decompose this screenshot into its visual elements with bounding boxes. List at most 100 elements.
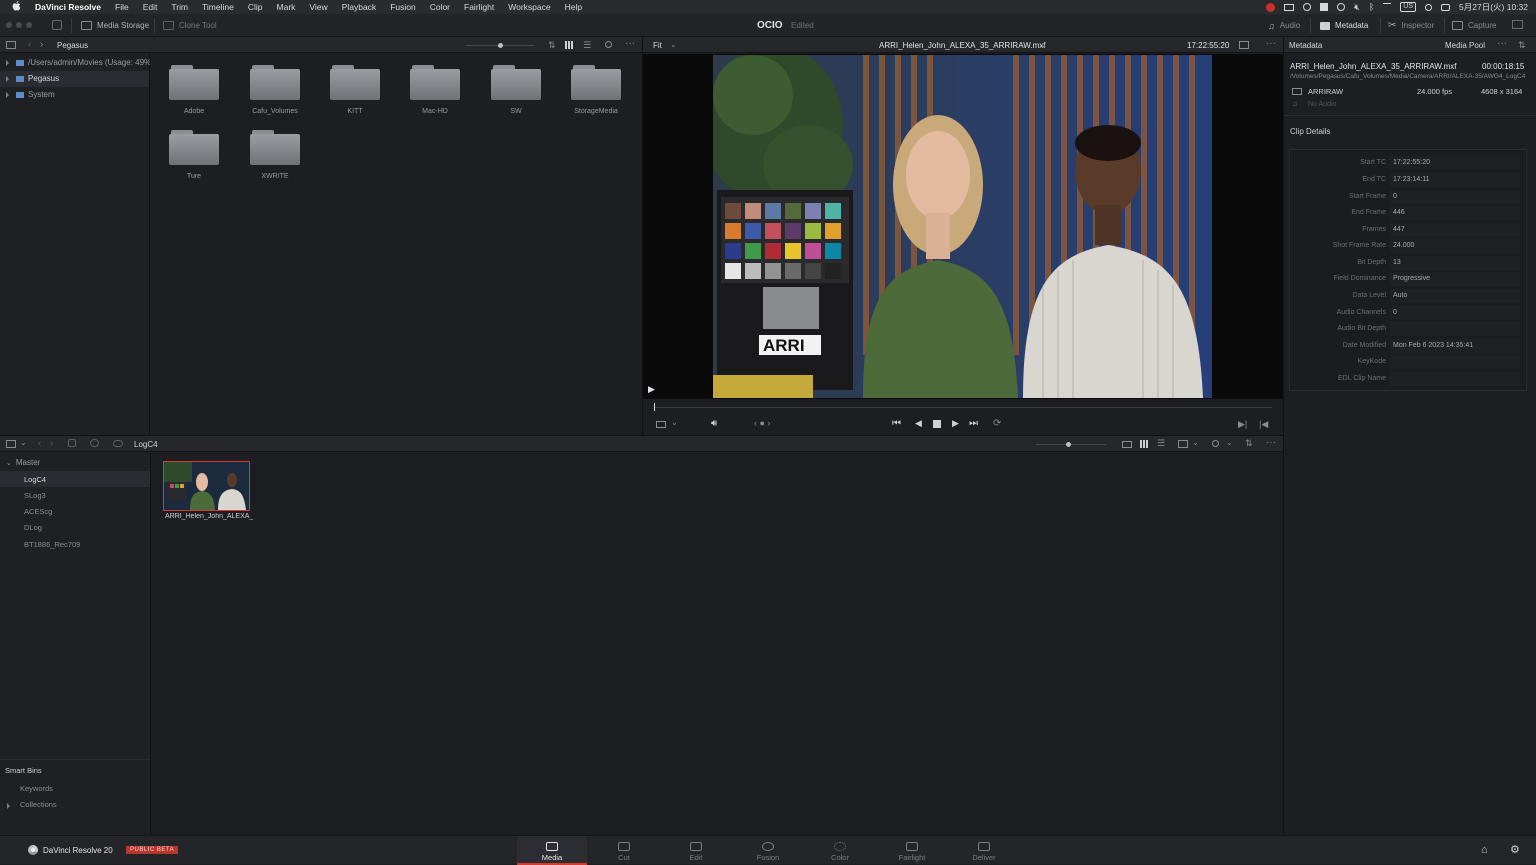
field-value[interactable]: 447 [1390,223,1520,237]
page-edit[interactable]: Edit [661,836,731,865]
chevron-down-icon[interactable]: ⌄ [1192,438,1199,447]
bin-bt1886-rec709[interactable]: BT1886_Rec709 [0,536,150,552]
expand-icon[interactable] [6,91,9,98]
media-pool-link[interactable]: Media Pool [1445,41,1485,50]
menu-workspace[interactable]: Workspace [501,2,557,12]
field-value[interactable]: 0 [1390,190,1520,204]
bin-master[interactable]: ⌄ Master [6,458,40,467]
viewer-clip-name[interactable]: ARRI_Helen_John_ALEXA_35_ARRIRAW.mxf [879,41,1045,50]
expand-icon[interactable] [7,802,10,811]
display-icon[interactable] [1284,3,1295,11]
slider-knob[interactable] [1066,442,1071,447]
menu-help[interactable]: Help [558,2,589,12]
mark-in-icon[interactable]: |◀ [1259,419,1268,430]
bin-dlog[interactable]: DLog [0,519,150,535]
page-color[interactable]: Color [805,836,875,865]
back-icon[interactable]: ‹ [38,438,41,449]
expand-icon[interactable] [6,59,9,66]
chevron-down-icon[interactable]: ⌄ [670,40,677,49]
more-icon[interactable]: ··· [1497,38,1507,49]
folder-storagemedia[interactable]: StorageMedia [571,65,621,125]
play-next-frame-icon[interactable]: ▶︎ [648,384,655,395]
menu-fairlight[interactable]: Fairlight [457,2,501,12]
metadata-button[interactable]: Metadata [1320,14,1368,37]
forward-icon[interactable]: › [50,438,53,449]
field-value[interactable] [1390,372,1520,386]
field-value[interactable]: 0 [1390,306,1520,320]
play-icon[interactable]: ▶︎ [952,418,959,429]
field-value[interactable]: Mon Feb 6 2023 14:35:41 [1390,339,1520,353]
menu-playback[interactable]: Playback [335,2,384,12]
folder-sw[interactable]: SW [491,65,541,125]
chevron-down-icon[interactable]: ⌄ [671,418,678,427]
bin-logc4[interactable]: LogC4 [0,471,150,487]
tree-item-system[interactable]: System [6,90,55,99]
clip-label[interactable]: ARRI_Helen_John_ALEXA_... [165,513,253,520]
sort-icon[interactable]: ⇅ [1245,438,1253,449]
search-icon[interactable] [1212,440,1219,447]
menu-file[interactable]: File [108,2,136,12]
clip-thumbnail[interactable] [163,461,250,511]
mute-icon[interactable]: 🔇︎ [1354,2,1360,13]
more-icon[interactable]: ··· [1266,437,1276,448]
playhead[interactable] [654,403,655,411]
thumbnail-size-slider[interactable] [466,43,534,48]
window-controls-icon[interactable] [6,22,32,28]
clone-tool-button[interactable]: Clone Tool [163,14,217,37]
list-view-icon[interactable]: ☰ [1157,438,1165,449]
page-cut[interactable]: Cut [589,836,659,865]
sidebar-toggle-icon[interactable] [6,440,16,448]
sort-icon[interactable]: ⇅ [1518,40,1526,51]
loop-icon[interactable]: ⟳ [993,418,1001,429]
page-media[interactable]: Media [517,836,587,865]
view-mode-icon[interactable] [656,421,666,428]
menu-trim[interactable]: Trim [164,2,195,12]
menubar-clock[interactable]: 5月27日(火) 10:32 [1459,1,1528,13]
more-icon[interactable]: ··· [625,38,635,49]
media-storage-button[interactable]: Media Storage [81,14,149,37]
field-value[interactable] [1390,322,1520,336]
search-icon[interactable] [1425,3,1433,11]
search-icon[interactable] [605,41,612,48]
sync-icon[interactable] [1303,3,1312,11]
more-icon[interactable]: ··· [1266,38,1276,49]
folder-ture[interactable]: Ture [169,130,219,190]
field-value[interactable]: 17:22:55:20 [1390,156,1520,170]
folder-cafu-volumes[interactable]: Cafu_Volumes [250,65,300,125]
list-view-icon[interactable]: ☰ [583,40,591,51]
field-value[interactable]: 17:23:14:11 [1390,173,1520,187]
thumbnail-size-slider[interactable] [1036,442,1106,447]
app-menu[interactable]: DaVinci Resolve [28,2,108,12]
forward-icon[interactable]: › [40,39,43,50]
volume-icon[interactable]: 🔊︎ [711,418,717,429]
jog-control[interactable]: ‹ ● › [754,418,770,428]
bin-acescg[interactable]: ACEScg [0,503,150,519]
gear-icon[interactable]: ⚙ [1510,843,1520,856]
collapse-icon[interactable] [52,20,62,30]
tree-item-movies[interactable]: /Users/admin/Movies (Usage: 49%) [6,58,154,67]
smart-bin-collections[interactable]: Collections [20,800,57,809]
tree-item-pegasus[interactable]: Pegasus [6,74,59,83]
page-fairlight[interactable]: Fairlight [877,836,947,865]
smart-bin-keywords[interactable]: Keywords [20,784,53,793]
page-fusion[interactable]: Fusion [733,836,803,865]
cloud-icon[interactable] [113,440,123,447]
folder-xwrite[interactable]: XWRITE [250,130,300,190]
reverse-icon[interactable]: ◀︎ [915,418,922,429]
viewer-options-icon[interactable] [1239,41,1249,49]
back-icon[interactable]: ‹ [28,39,31,50]
grid-view-icon[interactable] [565,41,574,49]
expand-icon[interactable] [6,75,9,82]
menu-edit[interactable]: Edit [136,2,165,12]
chevron-down-icon[interactable]: ⌄ [6,459,12,467]
video-frame[interactable]: ARRI [713,55,1212,398]
chevron-down-icon[interactable]: ⌄ [1226,438,1233,447]
smart-bin-icon[interactable] [90,439,99,447]
status-icon[interactable] [1266,2,1276,12]
inspector-button[interactable]: ✂ Inspector [1388,14,1434,37]
zoom-dropdown[interactable]: Fit [653,41,662,50]
stop-icon[interactable] [933,420,941,428]
capture-button[interactable]: Capture [1452,14,1496,37]
bluetooth-icon[interactable]: ᛒ [1369,2,1374,12]
filmstrip-icon[interactable] [1178,440,1188,448]
